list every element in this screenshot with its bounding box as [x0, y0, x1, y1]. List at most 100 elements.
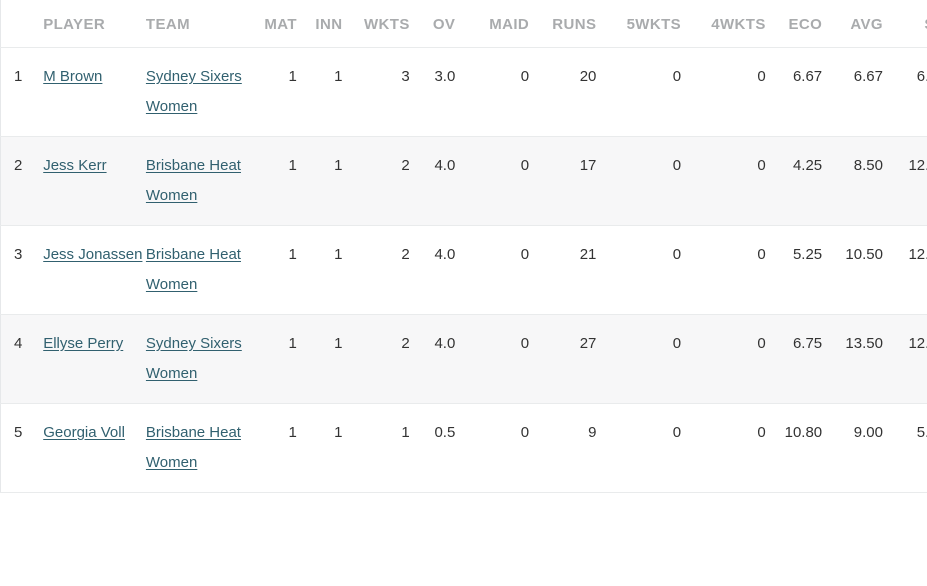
row-index: 1: [0, 47, 36, 137]
column-header-mat[interactable]: MAT: [254, 0, 311, 48]
cell-runs: 21: [543, 225, 611, 315]
cell-runs: 17: [543, 136, 611, 226]
player-link[interactable]: Ellyse Perry: [43, 335, 123, 352]
cell-avg: 8.50: [836, 136, 897, 226]
cell-inn: 1: [310, 225, 357, 315]
cell-sr: 12.00: [896, 314, 927, 404]
cell-mat: 1: [254, 314, 311, 404]
cell-avg: 13.50: [836, 314, 897, 404]
cell-mat: 1: [254, 403, 311, 493]
player-link[interactable]: Georgia Voll: [43, 424, 125, 441]
cell-ov: 3.0: [423, 47, 470, 137]
column-header-player[interactable]: PLAYER: [35, 0, 146, 48]
cell-inn: 1: [310, 314, 357, 404]
row-index: 3: [0, 225, 36, 315]
team-link[interactable]: Brisbane Heat Women: [146, 246, 241, 293]
player-cell: M Brown: [35, 47, 146, 137]
cell-inn: 1: [310, 47, 357, 137]
cell-maid: 0: [469, 225, 544, 315]
cell-w5: 0: [610, 47, 696, 137]
cell-ov: 4.0: [423, 314, 470, 404]
cell-ov: 4.0: [423, 136, 470, 226]
cell-w5: 0: [610, 225, 696, 315]
column-header-index: [0, 0, 36, 48]
header-row: PLAYER TEAM MAT INN WKTs OV MAID RUNS 5W…: [0, 0, 927, 48]
cell-wkts: 2: [356, 225, 424, 315]
cell-w4: 0: [695, 136, 780, 226]
cell-eco: 6.67: [779, 47, 837, 137]
column-header-5wkts[interactable]: 5WKTs: [610, 0, 696, 48]
table-header: PLAYER TEAM MAT INN WKTs OV MAID RUNS 5W…: [0, 0, 927, 48]
column-header-wkts[interactable]: WKTs: [356, 0, 424, 48]
column-header-4wkts[interactable]: 4WKTs: [695, 0, 780, 48]
column-header-team[interactable]: TEAM: [145, 0, 255, 48]
column-header-inn[interactable]: INN: [310, 0, 357, 48]
cell-wkts: 1: [356, 403, 424, 493]
cell-w5: 0: [610, 314, 696, 404]
column-header-runs[interactable]: RUNS: [543, 0, 611, 48]
cell-w4: 0: [695, 314, 780, 404]
team-link[interactable]: Sydney Sixers Women: [146, 68, 242, 115]
cell-avg: 9.00: [836, 403, 897, 493]
cell-sr: 12.00: [896, 136, 927, 226]
cell-ov: 0.5: [423, 403, 470, 493]
column-header-sr[interactable]: SR: [896, 0, 927, 48]
cell-inn: 1: [310, 403, 357, 493]
team-link[interactable]: Sydney Sixers Women: [146, 335, 242, 382]
player-cell: Georgia Voll: [35, 403, 146, 493]
player-link[interactable]: Jess Jonassen: [43, 246, 142, 263]
cell-runs: 27: [543, 314, 611, 404]
player-cell: Jess Kerr: [35, 136, 146, 226]
cell-sr: 5.00: [896, 403, 927, 493]
cell-sr: 6.00: [896, 47, 927, 137]
cell-inn: 1: [310, 136, 357, 226]
cell-sr: 12.00: [896, 225, 927, 315]
column-header-ov[interactable]: OV: [423, 0, 470, 48]
team-cell: Brisbane Heat Women: [145, 136, 255, 226]
team-cell: Brisbane Heat Women: [145, 225, 255, 315]
team-link[interactable]: Brisbane Heat Women: [146, 424, 241, 471]
row-index: 4: [0, 314, 36, 404]
cell-maid: 0: [469, 403, 544, 493]
team-link[interactable]: Brisbane Heat Women: [146, 157, 241, 204]
cell-w5: 0: [610, 136, 696, 226]
column-header-avg[interactable]: AVG: [836, 0, 897, 48]
cell-wkts: 2: [356, 314, 424, 404]
cell-maid: 0: [469, 47, 544, 137]
cell-mat: 1: [254, 136, 311, 226]
cell-maid: 0: [469, 136, 544, 226]
cell-wkts: 3: [356, 47, 424, 137]
table-row: 2 Jess Kerr Brisbane Heat Women 1 1 2 4.0 0 17 0 0…: [0, 136, 927, 226]
player-link[interactable]: Jess Kerr: [43, 157, 106, 174]
table-body: 1M Brown Sydney Sixers Women 1 1 3 3.0 0 20 0 0 6.…: [0, 47, 927, 493]
team-cell: Brisbane Heat Women: [145, 403, 255, 493]
table-row: 5 Georgia Voll Brisbane Heat Women 1 1 1 0.5 0 9…: [0, 403, 927, 493]
cell-mat: 1: [254, 47, 311, 137]
player-cell: Jess Jonassen: [35, 225, 146, 315]
cell-eco: 4.25: [779, 136, 837, 226]
table-row: 4 Ellyse Perry Sydney Sixers Women 1 1 2 4.0 0 2…: [0, 314, 927, 404]
table-row: 1M Brown Sydney Sixers Women 1 1 3 3.0 0 20 0 0 6.…: [0, 47, 927, 137]
cell-w4: 0: [695, 47, 780, 137]
team-cell: Sydney Sixers Women: [145, 314, 255, 404]
cell-eco: 6.75: [779, 314, 837, 404]
column-header-eco[interactable]: ECO: [779, 0, 837, 48]
player-cell: Ellyse Perry: [35, 314, 146, 404]
row-index: 5: [0, 403, 36, 493]
player-link[interactable]: M Brown: [43, 68, 102, 85]
cell-eco: 10.80: [779, 403, 837, 493]
cell-maid: 0: [469, 314, 544, 404]
cell-eco: 5.25: [779, 225, 837, 315]
cell-w4: 0: [695, 225, 780, 315]
table-row: 3 Jess Jonassen Brisbane Heat Women 1 1 2 4.0 0…: [0, 225, 927, 315]
bowling-stats-table: PLAYER TEAM MAT INN WKTs OV MAID RUNS 5W…: [0, 0, 927, 493]
cell-wkts: 2: [356, 136, 424, 226]
cell-w5: 0: [610, 403, 696, 493]
cell-w4: 0: [695, 403, 780, 493]
cell-runs: 9: [543, 403, 611, 493]
cell-avg: 6.67: [836, 47, 897, 137]
cell-runs: 20: [543, 47, 611, 137]
column-header-maid[interactable]: MAID: [469, 0, 544, 48]
cell-ov: 4.0: [423, 225, 470, 315]
bowling-stats-panel: PLAYER TEAM MAT INN WKTs OV MAID RUNS 5W…: [0, 0, 927, 586]
